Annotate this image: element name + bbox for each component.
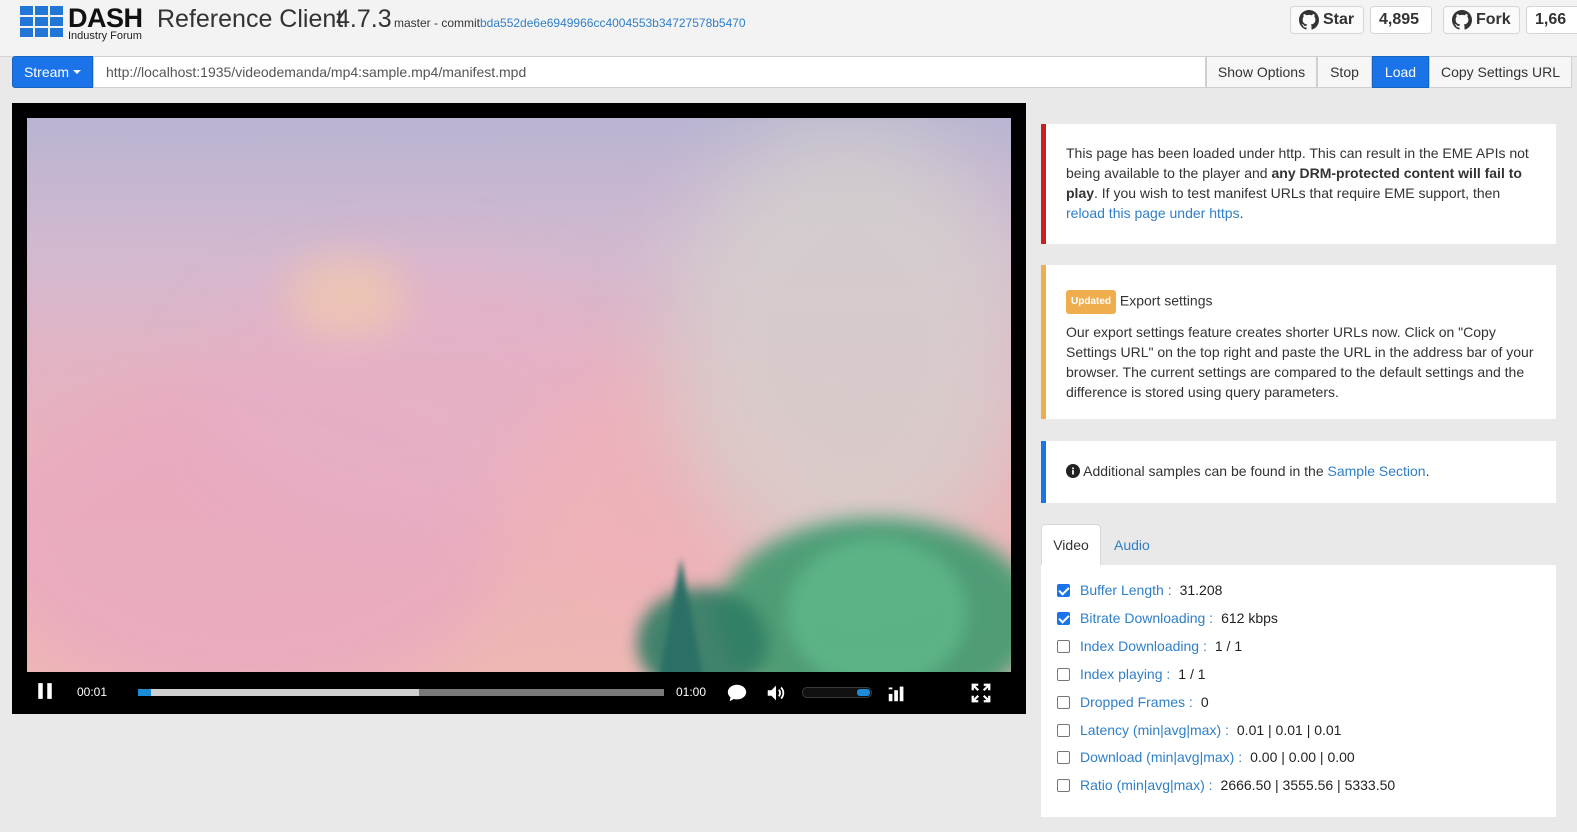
warning-text-part: . — [1239, 205, 1244, 221]
stat-label[interactable]: Download (min|avg|max) : — [1080, 749, 1242, 765]
stat-label[interactable]: Index Downloading : — [1080, 638, 1207, 654]
stat-label[interactable]: Latency (min|avg|max) : — [1080, 722, 1229, 738]
stat-label[interactable]: Dropped Frames : — [1080, 694, 1193, 710]
stat-label[interactable]: Ratio (min|avg|max) : — [1080, 777, 1213, 793]
seek-bar[interactable] — [138, 689, 664, 696]
video-stats-panel: Buffer Length : 31.208 Bitrate Downloadi… — [1041, 565, 1556, 817]
seek-played — [138, 689, 152, 696]
stat-row-buffer-length: Buffer Length : 31.208 — [1057, 580, 1222, 600]
stat-value: 0.01 | 0.01 | 0.01 — [1236, 722, 1342, 738]
reload-https-link[interactable]: reload this page under https — [1066, 205, 1240, 221]
stat-row-download: Download (min|avg|max) : 0.00 | 0.00 | 0… — [1057, 747, 1355, 767]
stat-value: 612 kbps — [1221, 610, 1278, 626]
stat-row-ratio: Ratio (min|avg|max) : 2666.50 | 3555.56 … — [1057, 775, 1395, 795]
stat-checkbox[interactable] — [1057, 778, 1070, 792]
stat-checkbox[interactable] — [1057, 667, 1070, 681]
stat-value: 31.208 — [1179, 582, 1223, 598]
player-controls: 00:01 01:00 — [27, 672, 1011, 714]
stat-checkbox[interactable] — [1057, 583, 1070, 597]
fullscreen-icon[interactable] — [970, 682, 992, 704]
caret-down-icon — [73, 70, 82, 74]
github-icon — [1452, 10, 1472, 30]
stat-checkbox[interactable] — [1057, 723, 1070, 737]
samples-text-end: . — [1425, 463, 1430, 479]
samples-info-panel: Additional samples can be found in the S… — [1041, 441, 1556, 503]
stat-value: 1 / 1 — [1178, 666, 1206, 682]
samples-info-text: Additional samples can be found in the S… — [1066, 461, 1536, 481]
sample-section-link[interactable]: Sample Section — [1328, 463, 1426, 479]
export-settings-title: Export settings — [1119, 292, 1213, 309]
stat-checkbox[interactable] — [1057, 639, 1070, 653]
stat-label[interactable]: Buffer Length : — [1080, 582, 1172, 598]
stream-dropdown-button[interactable]: Stream — [12, 56, 93, 88]
warning-text-part: . If you wish to test manifest URLs that… — [1094, 185, 1501, 201]
stat-row-bitrate-downloading: Bitrate Downloading : 612 kbps — [1057, 608, 1278, 628]
stop-button[interactable]: Stop — [1317, 56, 1372, 88]
load-button[interactable]: Load — [1372, 56, 1429, 88]
updated-badge: Updated — [1066, 290, 1116, 314]
fork-count[interactable]: 1,66 — [1526, 6, 1577, 34]
duration: 01:00 — [676, 685, 707, 699]
export-settings-body: Our export settings feature creates shor… — [1066, 324, 1534, 400]
volume-icon[interactable] — [765, 682, 787, 704]
copy-settings-url-button[interactable]: Copy Settings URL — [1429, 56, 1572, 88]
tab-video[interactable]: Video — [1041, 524, 1101, 565]
captions-icon[interactable] — [726, 682, 748, 704]
stat-checkbox[interactable] — [1057, 750, 1070, 764]
top-header: DASH Industry Forum Reference Client 4.7… — [0, 0, 1577, 57]
stat-row-dropped-frames: Dropped Frames : 0 — [1057, 692, 1209, 712]
stat-checkbox[interactable] — [1057, 695, 1070, 709]
stat-label[interactable]: Bitrate Downloading : — [1080, 610, 1213, 626]
commit-link[interactable]: bda552de6e6949966cc4004553b34727578b5470 — [480, 16, 746, 30]
video-frame[interactable] — [27, 118, 1011, 672]
manifest-url-input[interactable] — [93, 56, 1206, 88]
video-player[interactable]: 00:01 01:00 — [12, 103, 1026, 714]
stat-value: 1 / 1 — [1214, 638, 1243, 654]
show-options-button[interactable]: Show Options — [1206, 56, 1317, 88]
github-fork-button[interactable]: Fork — [1443, 6, 1520, 34]
app-version: 4.7.3 — [336, 5, 392, 33]
volume-level — [856, 689, 870, 696]
info-circle-icon — [1066, 464, 1080, 478]
http-warning-panel: This page has been loaded under http. Th… — [1041, 124, 1556, 244]
github-icon — [1299, 10, 1319, 30]
export-settings-heading: Updated Export settings — [1066, 290, 1536, 314]
stat-row-latency: Latency (min|avg|max) : 0.01 | 0.01 | 0.… — [1057, 720, 1341, 740]
bitrate-icon[interactable] — [886, 682, 908, 704]
fork-label: Fork — [1476, 11, 1511, 28]
stat-row-index-downloading: Index Downloading : 1 / 1 — [1057, 636, 1242, 656]
stream-label: Stream — [23, 64, 70, 80]
star-count[interactable]: 4,895 — [1370, 6, 1432, 34]
stat-row-index-playing: Index playing : 1 / 1 — [1057, 664, 1206, 684]
volume-slider[interactable] — [802, 687, 872, 698]
star-label: Star — [1323, 11, 1355, 28]
current-time: 00:01 — [77, 685, 108, 699]
export-settings-panel: Updated Export settings Our export setti… — [1041, 265, 1556, 419]
stats-tabs: Video Audio — [1041, 524, 1556, 566]
samples-text: Additional samples can be found in the — [1083, 463, 1328, 479]
branch-label: master - commit — [394, 16, 481, 30]
http-warning-text: This page has been loaded under http. Th… — [1066, 143, 1536, 223]
stat-label[interactable]: Index playing : — [1080, 666, 1170, 682]
seek-buffered — [138, 689, 420, 696]
app-title: Reference Client — [157, 5, 344, 33]
stat-value: 0 — [1200, 694, 1209, 710]
stat-value: 0.00 | 0.00 | 0.00 — [1250, 749, 1355, 765]
dash-logo-icon — [20, 6, 66, 40]
stat-value: 2666.50 | 3555.56 | 5333.50 — [1220, 777, 1396, 793]
tab-audio[interactable]: Audio — [1114, 524, 1150, 565]
logo-subtext: Industry Forum — [68, 30, 142, 42]
stat-checkbox[interactable] — [1057, 611, 1070, 625]
pause-icon[interactable] — [36, 682, 54, 700]
github-star-button[interactable]: Star — [1290, 6, 1364, 34]
